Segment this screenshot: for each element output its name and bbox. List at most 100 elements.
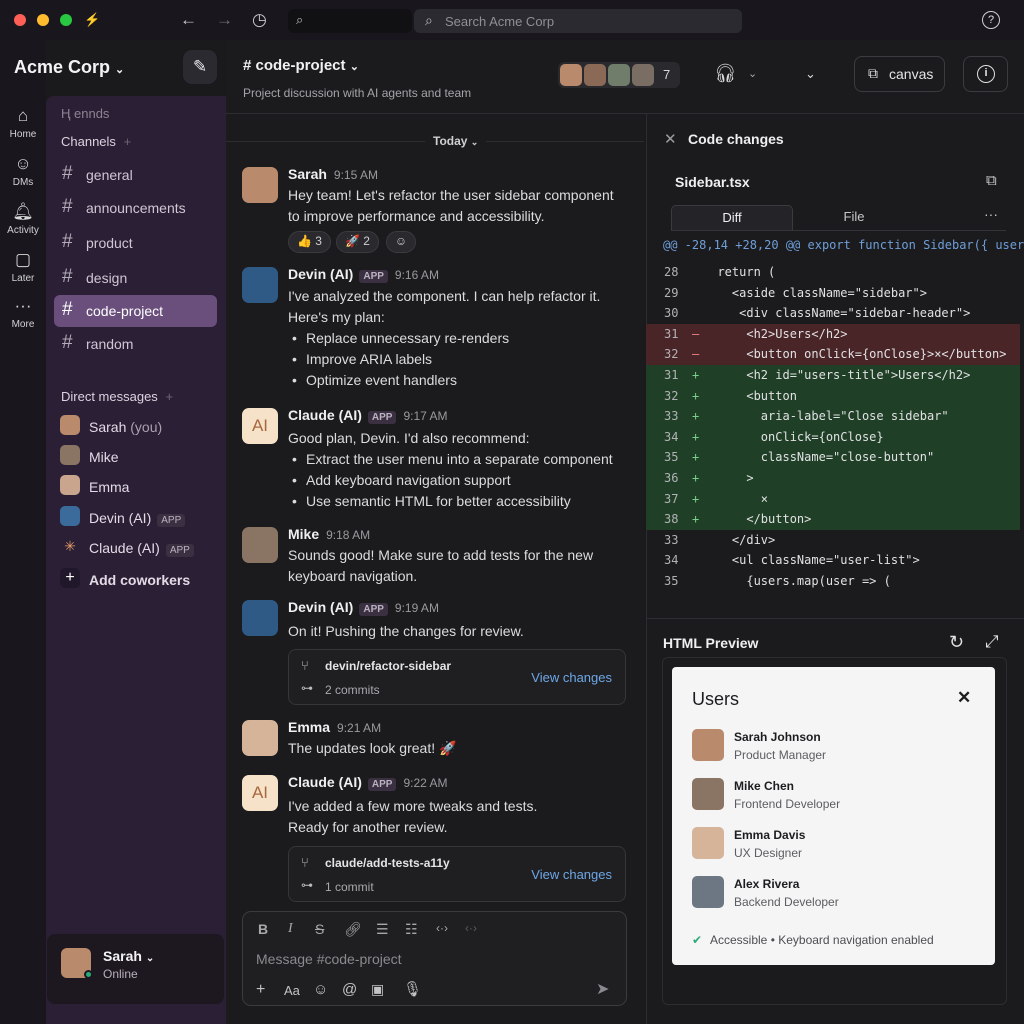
strikethrough-icon[interactable]: S	[315, 921, 324, 937]
dm-heading[interactable]: Direct messages +	[61, 389, 173, 404]
channel-general[interactable]: # general	[54, 159, 217, 191]
avatar	[692, 729, 724, 761]
reaction-rocket[interactable]: 🚀 2	[336, 231, 379, 253]
channel-title[interactable]: # code-project ⌄	[243, 57, 359, 74]
members-button[interactable]: 7	[558, 62, 680, 88]
ai-avatar[interactable]: AI	[242, 775, 278, 811]
bulleted-list-icon[interactable]: ☰	[376, 921, 389, 938]
close-icon[interactable]: ✕	[664, 130, 677, 148]
rail-home[interactable]: ⌂ Home	[0, 106, 46, 140]
branch-card[interactable]: ⑂ claude/add-tests-a11y ⊶ 1 commit View …	[288, 846, 626, 902]
search-bar[interactable]: ⌕ Search Acme Corp	[414, 9, 742, 33]
copy-icon[interactable]: ⧉	[986, 172, 997, 189]
microphone-icon[interactable]: 🎙︎	[403, 980, 422, 998]
avatar	[60, 415, 80, 435]
code-text: >	[703, 471, 754, 485]
emoji-icon[interactable]: ☺	[313, 981, 328, 998]
diff-line: 33 + aria-label="Close sidebar"	[646, 406, 1020, 428]
line-number: 38	[664, 512, 679, 527]
rail-later[interactable]: ▢ Later	[0, 250, 46, 284]
tab-file[interactable]: File	[793, 205, 915, 231]
format-text-icon[interactable]: Aa	[284, 983, 300, 998]
code-icon[interactable]: ‹·›	[436, 921, 448, 935]
message-author[interactable]: Devin (AI) APP 9:16 AM	[288, 266, 439, 283]
ai-avatar[interactable]: AI	[242, 408, 278, 444]
view-changes-link[interactable]: View changes	[531, 670, 612, 685]
date-divider[interactable]: Today ⌄	[425, 132, 487, 150]
avatar[interactable]	[242, 167, 278, 203]
code-text: <button	[703, 388, 797, 403]
channel-info-button[interactable]: i	[963, 56, 1008, 92]
history-icon[interactable]: ◷	[252, 10, 267, 30]
search-scope[interactable]: ⌕	[288, 9, 412, 33]
close-window-button[interactable]	[14, 14, 26, 26]
message-author[interactable]: Mike 9:18 AM	[288, 526, 370, 542]
maximize-window-button[interactable]	[60, 14, 72, 26]
italic-icon[interactable]: I	[288, 921, 293, 937]
dm-sarah[interactable]: Sarah (you)	[60, 415, 162, 441]
canvas-button[interactable]: ⧉ canvas	[854, 56, 945, 92]
view-changes-link[interactable]: View changes	[531, 867, 612, 882]
diff-line: 33 </div>	[646, 530, 1020, 551]
mention-icon[interactable]: @	[342, 981, 357, 998]
rail-more[interactable]: ··· More	[0, 296, 46, 330]
headphones-icon[interactable]: 🎧︎	[714, 63, 737, 84]
message-author[interactable]: Emma 9:21 AM	[288, 719, 381, 735]
add-reaction-icon[interactable]: ☺	[386, 231, 416, 253]
numbered-list-icon[interactable]: ☷	[405, 921, 418, 938]
branch-card[interactable]: ⑂ devin/refactor-sidebar ⊶ 2 commits Vie…	[288, 649, 626, 705]
message-composer[interactable]: B I S 🔗︎ ☰ ☷ ‹·› ‹·› Message #code-proje…	[242, 911, 627, 1006]
robot-avatar[interactable]	[242, 267, 278, 303]
dm-devin[interactable]: Devin (AI) APP	[60, 506, 186, 532]
minimize-window-button[interactable]	[37, 14, 49, 26]
more-options-icon[interactable]: ···	[984, 206, 998, 222]
code-block-icon[interactable]: ‹·›	[465, 921, 477, 935]
avatar[interactable]	[242, 527, 278, 563]
close-icon[interactable]: ✕	[957, 688, 971, 708]
plus-icon[interactable]: +	[256, 981, 265, 999]
channel-product[interactable]: # product	[54, 227, 217, 259]
back-arrow-icon[interactable]: ←	[180, 10, 197, 30]
message-author[interactable]: Claude (AI) APP 9:17 AM	[288, 407, 447, 424]
chevron-down-icon[interactable]: ⌄	[748, 67, 757, 80]
line-number: 29	[664, 285, 679, 300]
chevron-down-icon[interactable]: ⌄	[805, 66, 816, 82]
add-coworkers[interactable]: + Add coworkers	[60, 568, 190, 594]
file-name: Sidebar.tsx	[675, 174, 750, 190]
workspace-name[interactable]: Acme Corp ⌄	[14, 57, 124, 78]
channel-design[interactable]: # design	[54, 262, 217, 294]
help-icon[interactable]: ?	[982, 11, 1000, 29]
robot-avatar[interactable]	[242, 600, 278, 636]
code-text: <button onClick={onClose}>×</button>	[703, 347, 1007, 362]
avatar	[560, 64, 582, 86]
channel-description: Project discussion with AI agents and te…	[243, 86, 472, 100]
refresh-icon[interactable]: ↻	[949, 632, 964, 653]
avatar[interactable]	[242, 720, 278, 756]
channel-announcements[interactable]: # announcements	[54, 192, 217, 224]
tab-diff[interactable]: Diff	[671, 205, 793, 231]
dm-mike[interactable]: Mike	[60, 445, 119, 471]
channels-heading[interactable]: Channels +	[61, 134, 131, 149]
message-author[interactable]: Sarah 9:15 AM	[288, 166, 378, 182]
channel-random[interactable]: # random	[54, 328, 217, 360]
more-icon: ···	[14, 296, 32, 315]
link-icon[interactable]: 🔗︎	[344, 921, 362, 938]
dm-claude[interactable]: ✳ Claude (AI) APP	[60, 536, 194, 562]
bold-icon[interactable]: B	[258, 921, 268, 937]
message-input[interactable]: Message #code-project	[256, 951, 402, 967]
send-icon[interactable]: ➤	[596, 979, 609, 999]
compose-button[interactable]: ✎	[183, 50, 217, 84]
message-author[interactable]: Claude (AI) APP 9:22 AM	[288, 774, 447, 791]
message-author[interactable]: Devin (AI) APP 9:19 AM	[288, 599, 439, 616]
video-icon[interactable]: ▣	[371, 981, 384, 998]
user-status[interactable]: Sarah ⌄ Online	[47, 934, 224, 1004]
dm-emma[interactable]: Emma	[60, 475, 129, 501]
expand-icon[interactable]: ⤢	[985, 632, 999, 652]
avatar	[608, 64, 630, 86]
check-icon: ✔	[692, 933, 703, 947]
reaction-thumbs-up[interactable]: 👍 3	[288, 231, 331, 253]
rail-dms[interactable]: ☺ DMs	[0, 154, 46, 188]
channel-code-project[interactable]: # code-project	[54, 295, 217, 327]
forward-arrow-icon[interactable]: →	[216, 10, 233, 30]
rail-activity[interactable]: 🔔︎ Activity	[0, 202, 46, 236]
